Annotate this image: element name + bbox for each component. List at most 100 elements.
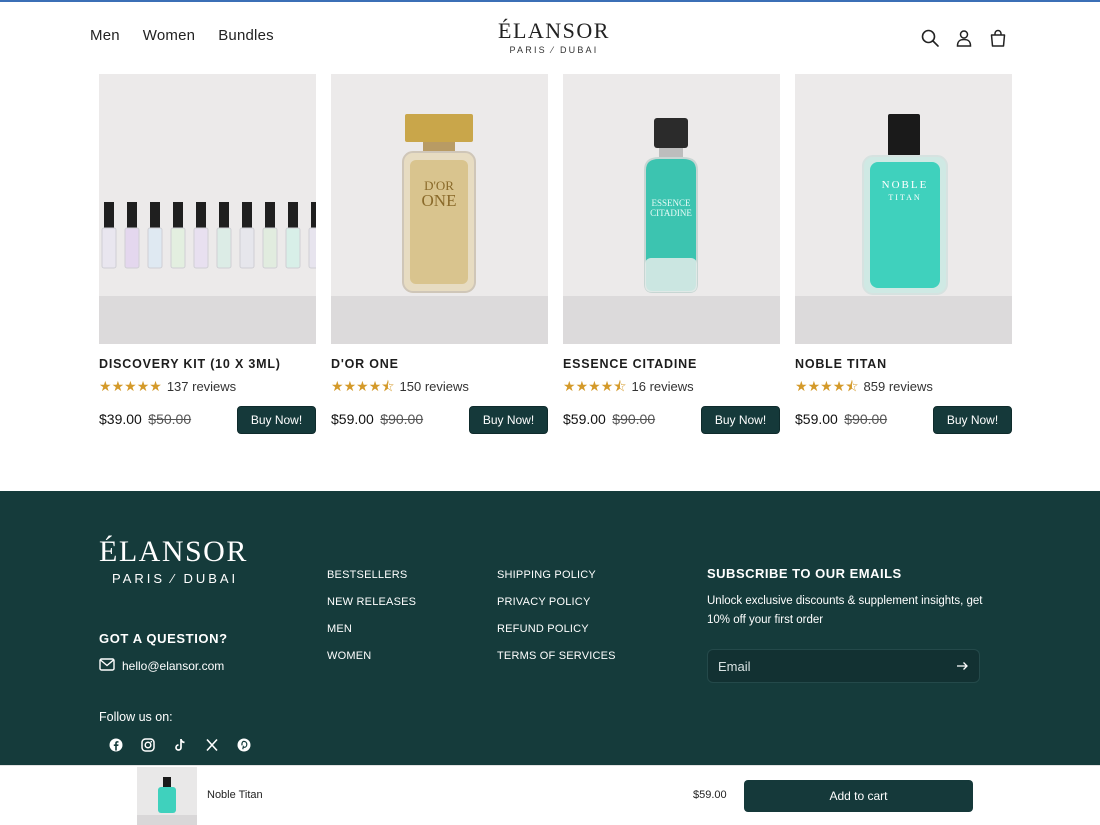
original-price: $90.00 (612, 411, 656, 427)
star-icon: ★ (356, 378, 369, 394)
question-heading: GOT A QUESTION? (99, 631, 228, 646)
star-icon: ⯪ (381, 378, 395, 394)
rating-stars: ★★★★⯪ (563, 379, 627, 394)
footer-logo-tagline: PARIS ⁄ DUBAI (112, 571, 239, 586)
product-title[interactable]: D'OR ONE (331, 357, 548, 371)
original-price: $50.00 (148, 411, 192, 427)
review-count[interactable]: 16 reviews (632, 379, 694, 394)
noble-titan-bottle-image: NOBLE TITAN (862, 114, 948, 295)
subscribe-heading: SUBSCRIBE TO OUR EMAILS (707, 566, 902, 581)
product-title[interactable]: NOBLE TITAN (795, 357, 1012, 371)
svg-text:TITAN: TITAN (888, 193, 921, 202)
buy-now-button[interactable]: Buy Now! (469, 406, 548, 434)
contact-email-row[interactable]: hello@elansor.com (99, 658, 224, 674)
footer-link-men[interactable]: MEN (327, 623, 416, 635)
sale-price: $39.00 (99, 411, 142, 427)
add-to-cart-button[interactable]: Add to cart (744, 780, 973, 812)
buy-now-button[interactable]: Buy Now! (701, 406, 780, 434)
star-icon: ⯪ (613, 378, 627, 394)
footer-logo-wordmark: ÉLANSOR (99, 535, 248, 568)
footer-link-refund-policy[interactable]: REFUND POLICY (497, 623, 616, 635)
rating-stars: ★★★★★ (99, 379, 162, 394)
price-row: $59.00 $90.00 Buy Now! (563, 406, 780, 434)
footer-link-new-releases[interactable]: NEW RELEASES (327, 596, 416, 608)
dor-one-bottle-image: D'OR ONE (402, 114, 476, 293)
star-icon: ★ (795, 378, 808, 394)
instagram-icon[interactable] (140, 737, 156, 753)
star-icon: ★ (575, 378, 589, 394)
svg-text:NOBLE: NOBLE (882, 179, 929, 191)
newsletter-email-input[interactable] (718, 658, 956, 674)
cart-icon[interactable] (988, 28, 1008, 48)
star-icon: ★ (149, 378, 162, 394)
header-icons (920, 28, 1008, 48)
star-icon: ★ (124, 378, 137, 394)
price-row: $59.00 $90.00 Buy Now! (795, 406, 1012, 434)
product-image-essence-citadine[interactable]: ESSENCE CITADINE (563, 74, 780, 344)
footer-links-policies: SHIPPING POLICY PRIVACY POLICY REFUND PO… (497, 569, 616, 662)
product-image-discovery-kit[interactable] (99, 74, 316, 344)
follow-label: Follow us on: (99, 710, 173, 724)
star-icon: ★ (807, 378, 821, 394)
product-card: ESSENCE CITADINE ESSENCE CITADINE ★★★★⯪ … (563, 74, 780, 434)
star-icon: ⯪ (845, 378, 859, 394)
site-header: Men Women Bundles ÉLANSOR PARIS ⁄ DUBAI (0, 2, 1100, 74)
buy-now-button[interactable]: Buy Now! (933, 406, 1012, 434)
star-icon: ★ (136, 378, 150, 394)
rating-stars: ★★★★⯪ (331, 379, 395, 394)
buy-now-button[interactable]: Buy Now! (237, 406, 316, 434)
footer-links-shop: BESTSELLERS NEW RELEASES MEN WOMEN (327, 569, 416, 662)
star-icon: ★ (368, 378, 382, 394)
review-count[interactable]: 150 reviews (400, 379, 469, 394)
review-count[interactable]: 859 reviews (864, 379, 933, 394)
sticky-product-name: Noble Titan (207, 789, 263, 801)
sale-price: $59.00 (331, 411, 374, 427)
product-card: D'OR ONE D'OR ONE ★★★★⯪ 150 reviews $59.… (331, 74, 548, 434)
original-price: $90.00 (380, 411, 424, 427)
star-icon: ★ (600, 378, 614, 394)
product-rating: ★★★★⯪ 150 reviews (331, 379, 548, 394)
mail-icon (99, 658, 115, 674)
x-icon[interactable] (204, 737, 220, 753)
facebook-icon[interactable] (108, 737, 124, 753)
review-count[interactable]: 137 reviews (167, 379, 236, 394)
arrow-right-icon[interactable] (956, 659, 969, 674)
product-card: DISCOVERY KIT (10 X 3ML) ★★★★★ 137 revie… (99, 74, 316, 434)
sale-price: $59.00 (795, 411, 838, 427)
footer-link-terms[interactable]: TERMS OF SERVICES (497, 650, 616, 662)
product-title[interactable]: DISCOVERY KIT (10 X 3ML) (99, 357, 316, 371)
rating-stars: ★★★★⯪ (795, 379, 859, 394)
subscribe-description: Unlock exclusive discounts & supplement … (707, 595, 983, 626)
pinterest-icon[interactable] (236, 737, 252, 753)
sticky-product-thumbnail (137, 767, 197, 825)
tiktok-icon[interactable] (172, 737, 188, 753)
svg-text:ESSENCE: ESSENCE (651, 198, 691, 208)
product-rating: ★★★★★ 137 reviews (99, 379, 316, 394)
product-title[interactable]: ESSENCE CITADINE (563, 357, 780, 371)
product-image-dor-one[interactable]: D'OR ONE (331, 74, 548, 344)
star-icon: ★ (820, 378, 833, 394)
star-icon: ★ (563, 378, 576, 394)
search-icon[interactable] (920, 28, 940, 48)
sticky-product-price: $59.00 (693, 789, 727, 801)
contact-email[interactable]: hello@elansor.com (122, 659, 224, 673)
sticky-add-to-cart-bar: Noble Titan $59.00 Add to cart (0, 765, 1100, 825)
product-grid: DISCOVERY KIT (10 X 3ML) ★★★★★ 137 revie… (99, 74, 1012, 434)
social-links (108, 737, 252, 753)
footer-logo[interactable]: ÉLANSOR PARIS ⁄ DUBAI (99, 535, 248, 587)
footer-link-privacy-policy[interactable]: PRIVACY POLICY (497, 596, 616, 608)
product-rating: ★★★★⯪ 16 reviews (563, 379, 780, 394)
svg-text:ONE: ONE (422, 191, 457, 210)
product-card: NOBLE TITAN NOBLE TITAN ★★★★⯪ 859 review… (795, 74, 1012, 434)
footer-link-shipping-policy[interactable]: SHIPPING POLICY (497, 569, 616, 581)
star-icon: ★ (111, 378, 125, 394)
product-image-noble-titan[interactable]: NOBLE TITAN (795, 74, 1012, 344)
footer-link-bestsellers[interactable]: BESTSELLERS (327, 569, 416, 581)
star-icon: ★ (832, 378, 846, 394)
essence-citadine-bottle-image: ESSENCE CITADINE (644, 118, 698, 293)
star-icon: ★ (343, 378, 357, 394)
account-icon[interactable] (954, 28, 974, 48)
footer-link-women[interactable]: WOMEN (327, 650, 416, 662)
price-row: $59.00 $90.00 Buy Now! (331, 406, 548, 434)
newsletter-form (707, 649, 980, 683)
